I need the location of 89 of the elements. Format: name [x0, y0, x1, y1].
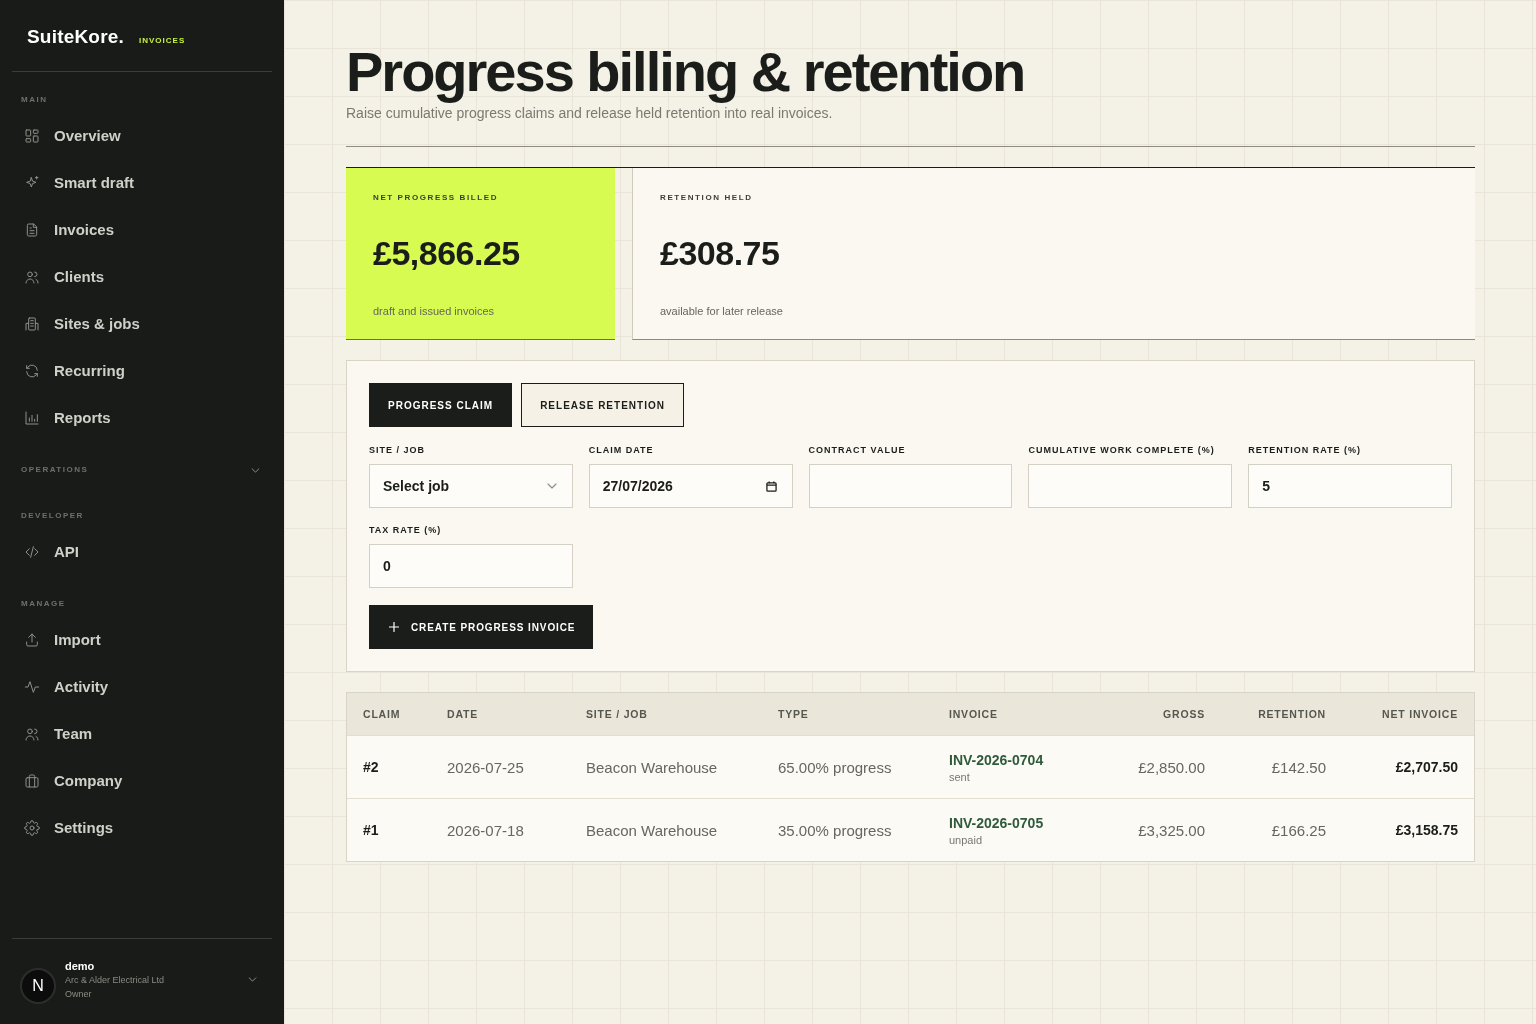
- tab[interactable]: PROGRESS CLAIM: [369, 383, 513, 427]
- nav-item[interactable]: Team: [0, 710, 272, 757]
- section-label: MANAGE: [20, 599, 66, 609]
- page-title: Progress billing & retention: [346, 42, 1025, 102]
- nav-item[interactable]: Company: [0, 757, 272, 804]
- nav-item[interactable]: Clients: [0, 253, 272, 300]
- bar-chart-icon: [24, 409, 40, 426]
- users-icon: [24, 725, 40, 742]
- date-field[interactable]: 27/07/2026: [588, 464, 793, 508]
- table-cell: 2026-07-25: [447, 758, 524, 776]
- table-cell: £142.50: [1271, 758, 1326, 776]
- brand-logo[interactable]: SuiteKore.: [27, 26, 125, 48]
- stat-note: draft and issued invoices: [373, 304, 495, 318]
- code-icon: [24, 543, 40, 560]
- nav-item[interactable]: Smart draft: [0, 159, 272, 206]
- nav-item[interactable]: Recurring: [0, 347, 272, 394]
- product-label: INVOICES: [139, 36, 186, 46]
- nav-item[interactable]: Invoices: [0, 206, 272, 253]
- nav-item[interactable]: Settings: [0, 804, 272, 851]
- field-label: CLAIM DATE: [588, 445, 654, 456]
- settings-icon: [24, 819, 40, 836]
- nav-item[interactable]: Reports: [0, 394, 272, 441]
- calendar-icon[interactable]: [765, 480, 777, 492]
- input-field[interactable]: [1028, 464, 1233, 508]
- nav-item[interactable]: Import: [0, 616, 272, 663]
- table-cell: £2,850.00: [1138, 758, 1205, 776]
- nav-item[interactable]: API: [0, 528, 272, 575]
- column-header: CLAIM: [363, 708, 401, 720]
- stat-value: £5,866.25: [373, 233, 520, 273]
- stat-note: available for later release: [660, 304, 783, 318]
- table-cell: 35.00% progress: [778, 821, 892, 839]
- stat-value: £308.75: [660, 233, 780, 273]
- nav-item[interactable]: Sites & jobs: [0, 300, 272, 347]
- column-header: SITE / JOB: [586, 708, 648, 720]
- grid-icon: [24, 127, 40, 144]
- upload-icon: [24, 631, 40, 648]
- table-cell: Beacon Warehouse: [586, 821, 718, 839]
- table-cell: #2: [363, 759, 379, 775]
- section-label: MAIN: [20, 95, 48, 105]
- invoice-status: sent: [949, 770, 970, 783]
- company-name: Arc & Alder Electrical Ltd: [65, 974, 165, 987]
- briefcase-icon: [24, 772, 40, 789]
- field-label: TAX RATE (%): [369, 525, 442, 536]
- table-cell: 2026-07-18: [447, 821, 524, 839]
- field-label: SITE / JOB: [369, 445, 425, 456]
- stat-label: NET PROGRESS BILLED: [373, 193, 499, 203]
- column-header: TYPE: [778, 708, 809, 720]
- building-icon: [24, 315, 40, 332]
- invoice-link[interactable]: INV-2026-0705: [949, 814, 1044, 831]
- field-label: RETENTION RATE (%): [1248, 445, 1362, 456]
- users-icon: [24, 268, 40, 285]
- chevron-icon: [546, 483, 557, 489]
- nav-item[interactable]: Overview: [0, 112, 272, 159]
- page-subtitle: Raise cumulative progress claims and release held retention into real invoices.: [346, 104, 833, 122]
- table-cell: #1: [363, 822, 379, 838]
- pulse-icon: [24, 678, 40, 695]
- input-field[interactable]: 0: [369, 544, 573, 588]
- table-cell: £3,325.00: [1138, 821, 1205, 839]
- column-header: NET INVOICE: [1382, 708, 1458, 720]
- job-select[interactable]: Select job: [369, 464, 573, 508]
- column-header: GROSS: [1163, 708, 1205, 720]
- table-cell: Beacon Warehouse: [586, 758, 718, 776]
- tab[interactable]: RELEASE RETENTION: [521, 383, 684, 427]
- stat-label: RETENTION HELD: [660, 193, 753, 203]
- column-header: DATE: [447, 708, 478, 720]
- column-header: RETENTION: [1258, 708, 1326, 720]
- invoice-link[interactable]: INV-2026-0704: [949, 751, 1044, 768]
- table-cell: 65.00% progress: [778, 758, 892, 776]
- chevron-icon[interactable]: [248, 977, 257, 982]
- nav-item[interactable]: Activity: [0, 663, 272, 710]
- refresh-icon: [24, 362, 40, 379]
- document-icon: [24, 221, 40, 238]
- table-cell: £166.25: [1271, 821, 1326, 839]
- section-label: DEVELOPER: [20, 511, 84, 521]
- input-field[interactable]: [808, 464, 1013, 508]
- user-role: Owner: [65, 988, 92, 1001]
- table-cell: £2,707.50: [1395, 759, 1458, 775]
- user-name: demo: [65, 960, 95, 973]
- section-toggle[interactable]: OPERATIONS: [0, 453, 284, 487]
- plus-icon: [389, 622, 399, 632]
- column-header: INVOICE: [949, 708, 998, 720]
- invoice-status: unpaid: [949, 833, 983, 846]
- chevron-icon: [251, 467, 260, 473]
- avatar: N: [20, 968, 56, 1004]
- create-invoice-button[interactable]: CREATE PROGRESS INVOICE: [369, 605, 594, 649]
- table-cell: £3,158.75: [1395, 822, 1458, 838]
- field-label: CUMULATIVE WORK COMPLETE (%): [1028, 445, 1215, 456]
- input-field[interactable]: 5: [1248, 464, 1452, 508]
- field-label: CONTRACT VALUE: [808, 445, 906, 456]
